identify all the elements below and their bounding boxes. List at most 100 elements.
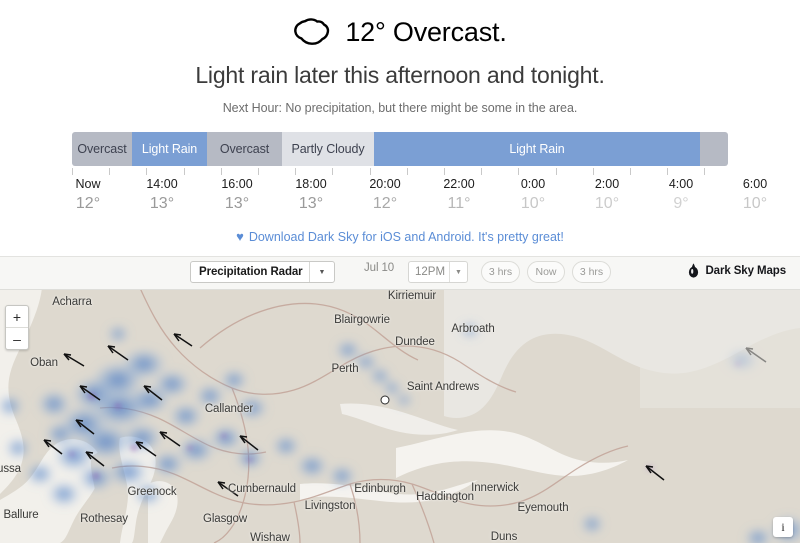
forecast-panel: 12° Overcast. Light rain later this afte…: [0, 0, 800, 256]
hour-temperature: 13°: [298, 195, 324, 212]
condition-segment-label: Light Rain: [141, 142, 198, 156]
map-toolbar: Precipitation Radar ▼ Jul 10 12PM ▼ 3 hr…: [0, 256, 800, 290]
hour-column: 16:00 13°: [207, 176, 267, 214]
download-app-label: Download Dark Sky for iOS and Android. I…: [248, 229, 564, 244]
hour-label: 16:00: [221, 177, 253, 191]
hour-label: 0:00: [520, 177, 546, 191]
hour-tick: [593, 168, 594, 175]
map-layer-label: Precipitation Radar: [199, 266, 303, 278]
download-app-link[interactable]: ♥ Download Dark Sky for iOS and Android.…: [236, 230, 564, 244]
current-location-marker: [380, 395, 390, 405]
hour-tick: [146, 168, 147, 175]
hour-label: 6:00: [742, 177, 768, 191]
map-canvas: [0, 288, 800, 543]
map-place-label: Arbroath: [451, 323, 495, 335]
condition-segment[interactable]: Light Rain: [132, 132, 207, 166]
map-place-label: Glasgow: [202, 513, 248, 525]
hour-label: Now: [75, 177, 101, 191]
map-step-back-button[interactable]: 3 hrs: [481, 261, 520, 283]
hour-column: 14:00 13°: [132, 176, 192, 214]
map-place-label: Rothesay: [80, 513, 128, 525]
chevron-down-icon: ▼: [309, 262, 334, 282]
map-place-label: Innerwick: [471, 482, 519, 494]
map-place-label: Duns: [490, 531, 518, 543]
daily-summary: Light rain later this afternoon and toni…: [195, 62, 605, 88]
hour-column: 4:00 9°: [651, 176, 711, 214]
hour-tick: [184, 168, 185, 175]
hour-tick: [630, 168, 631, 175]
hour-column: 2:00 10°: [577, 176, 637, 214]
hour-tick: [704, 168, 705, 175]
map-date-label: Jul 10: [364, 262, 395, 274]
map-place-label: Perth: [331, 363, 359, 375]
hour-label: 18:00: [295, 177, 327, 191]
map-place-label: Callander: [204, 403, 254, 415]
map-place-label: Cumbernauld: [228, 483, 296, 495]
hour-label: 2:00: [594, 177, 620, 191]
hour-temperature: 10°: [520, 195, 546, 212]
map-place-label: Eyemouth: [517, 502, 569, 514]
hourly-forecast-row: Now 12° 14:00 13° 16:00 13° 18:00 13° 20:00 12° 22…: [0, 176, 800, 224]
map-info-button[interactable]: i: [773, 517, 793, 537]
map-place-label: Saint Andrews: [406, 381, 480, 393]
hour-temperature: 13°: [224, 195, 250, 212]
condition-segment-label: Overcast: [77, 142, 127, 156]
dark-sky-maps-brand[interactable]: Dark Sky Maps: [688, 263, 786, 278]
map-place-label: Kirriemuir: [387, 290, 437, 302]
precipitation-radar-map[interactable]: + – i: [0, 288, 800, 543]
map-time-label: 12PM: [415, 266, 446, 278]
map-place-label: Blairgowrie: [334, 314, 390, 326]
hour-temperature: 13°: [149, 195, 175, 212]
download-row: ♥ Download Dark Sky for iOS and Android.…: [0, 228, 800, 246]
condition-segment[interactable]: Overcast: [72, 132, 132, 166]
hour-label: 20:00: [369, 177, 401, 191]
condition-segment[interactable]: Overcast: [207, 132, 282, 166]
hour-column: 20:00 12°: [355, 176, 415, 214]
hour-temperature: 10°: [742, 195, 768, 212]
hour-column: 6:00 10°: [725, 176, 785, 214]
hour-tick: [481, 168, 482, 175]
map-zoom-controls[interactable]: + –: [5, 305, 29, 350]
condition-segment[interactable]: [700, 132, 728, 166]
hour-tick: [72, 168, 73, 175]
zoom-in-button[interactable]: +: [6, 306, 28, 328]
map-place-label: Edinburgh: [354, 483, 406, 495]
map-now-button[interactable]: Now: [527, 261, 565, 283]
hour-tick: [221, 168, 222, 175]
condition-segment[interactable]: Partly Cloudy: [282, 132, 374, 166]
dark-sky-weather-page: 12° Overcast. Light rain later this afte…: [0, 0, 800, 544]
current-conditions: 12° Overcast.: [0, 0, 800, 58]
map-layer-select[interactable]: Precipitation Radar ▼: [190, 261, 335, 283]
map-place-label: Livingston: [304, 500, 356, 512]
map-place-label: Greenock: [127, 486, 177, 498]
chevron-down-icon: ▼: [449, 262, 467, 282]
hour-tick: [332, 168, 333, 175]
cloud-icon: [294, 18, 330, 45]
hour-temperature: 11°: [447, 195, 471, 212]
hour-tick: [556, 168, 557, 175]
hour-column: 0:00 10°: [503, 176, 563, 214]
condition-bar[interactable]: Overcast Light Rain Overcast Partly Cloudy L…: [72, 132, 728, 166]
map-place-label: Wishaw: [250, 532, 290, 544]
map-place-label: Acharra: [52, 296, 92, 308]
current-temp-summary: 12° Overcast.: [345, 16, 507, 47]
hour-tick: [109, 168, 110, 175]
dark-sky-logo-icon: [689, 263, 699, 278]
hour-ticks: [72, 168, 728, 176]
map-step-forward-button[interactable]: 3 hrs: [572, 261, 611, 283]
hour-tick: [295, 168, 296, 175]
map-place-label: Oban: [30, 357, 58, 369]
hour-temperature: 12°: [372, 195, 398, 212]
heart-icon: ♥: [236, 229, 244, 244]
condition-segment-label: Light Rain: [509, 142, 565, 156]
hour-tick: [444, 168, 445, 175]
hour-column: Now 12°: [58, 176, 118, 214]
map-place-label: Dundee: [395, 336, 435, 348]
condition-segment-label: Partly Cloudy: [291, 142, 365, 156]
map-place-label: Haddington: [416, 491, 474, 503]
condition-segment[interactable]: Light Rain: [374, 132, 700, 166]
zoom-out-button[interactable]: –: [6, 328, 28, 349]
map-time-select[interactable]: 12PM ▼: [408, 261, 468, 283]
hour-temperature: 9°: [673, 195, 689, 212]
next-hour-summary: Next Hour: No precipitation, but there m…: [222, 101, 578, 115]
